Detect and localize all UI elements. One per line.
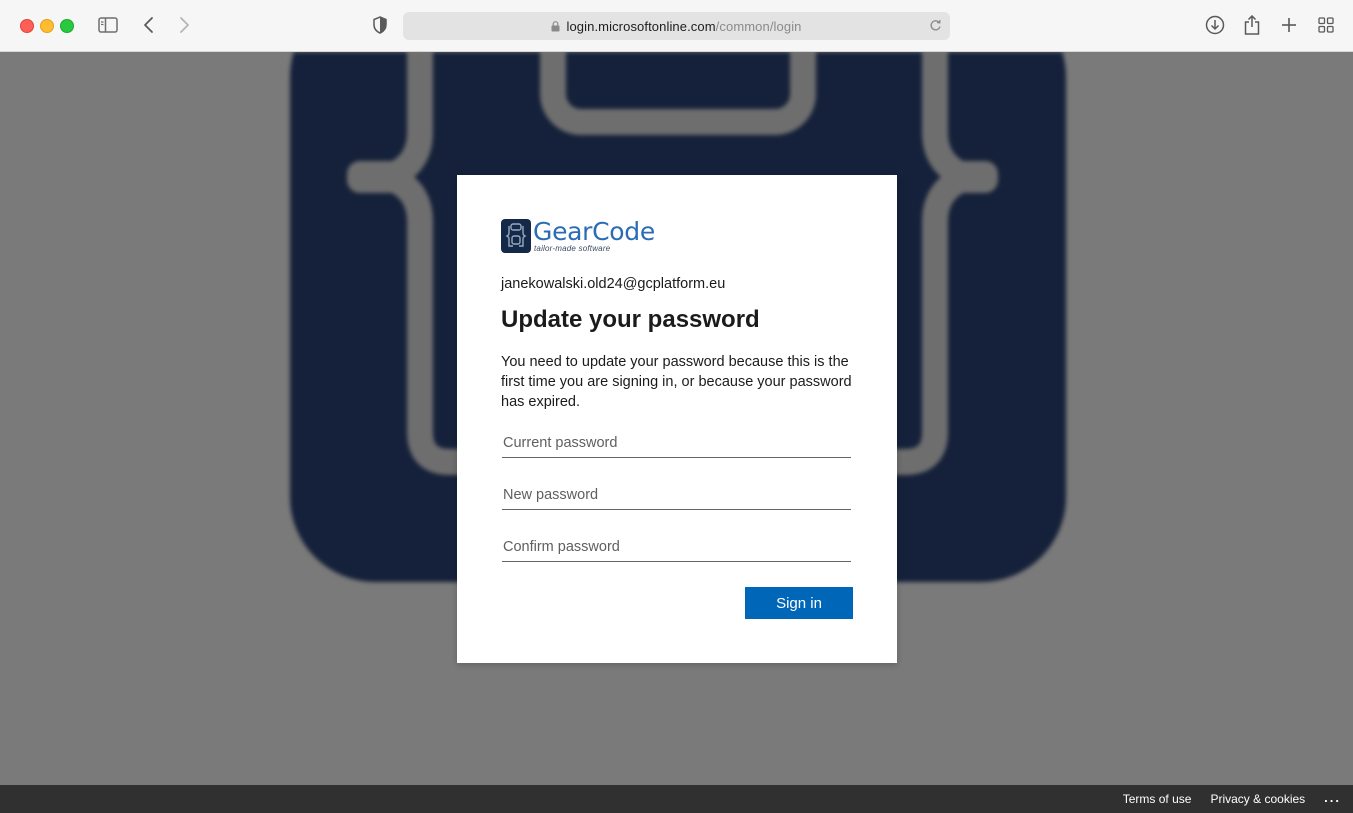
new-password-field[interactable] bbox=[502, 480, 851, 510]
tab-overview-icon[interactable] bbox=[1314, 13, 1338, 37]
brand-name: GearCode bbox=[533, 217, 655, 246]
brand-logo: GearCode tailor-made software bbox=[501, 219, 655, 253]
privacy-cookies-link[interactable]: Privacy & cookies bbox=[1210, 792, 1305, 806]
terms-of-use-link[interactable]: Terms of use bbox=[1123, 792, 1192, 806]
url-path: /common/login bbox=[715, 18, 802, 34]
login-card: GearCode tailor-made software janekowals… bbox=[457, 175, 897, 663]
url-host: login.microsoftonline.com bbox=[566, 18, 716, 34]
page-footer: Terms of use Privacy & cookies ... bbox=[0, 785, 1353, 813]
confirm-password-field[interactable] bbox=[502, 532, 851, 562]
window-minimize-button[interactable] bbox=[40, 19, 54, 33]
back-arrow-icon[interactable] bbox=[137, 13, 161, 37]
privacy-shield-icon[interactable] bbox=[368, 13, 392, 37]
sidebar-toggle-icon[interactable] bbox=[96, 13, 120, 37]
instruction-text: You need to update your password because… bbox=[501, 354, 852, 410]
sign-in-button[interactable]: Sign in bbox=[745, 587, 853, 619]
address-bar[interactable]: login.microsoftonline.com/common/login bbox=[403, 12, 950, 40]
reload-icon[interactable] bbox=[929, 19, 942, 37]
brand-tagline: tailor-made software bbox=[534, 244, 611, 253]
new-tab-icon[interactable] bbox=[1277, 13, 1301, 37]
forward-arrow-icon[interactable] bbox=[172, 13, 196, 37]
gearcode-logo-icon bbox=[501, 219, 531, 253]
window-close-button[interactable] bbox=[20, 19, 34, 33]
download-icon[interactable] bbox=[1203, 13, 1227, 37]
share-icon[interactable] bbox=[1240, 13, 1264, 37]
more-options-button[interactable]: ... bbox=[1324, 790, 1341, 805]
user-email: janekowalski.old24@gcplatform.eu bbox=[501, 276, 726, 292]
browser-toolbar: login.microsoftonline.com/common/login bbox=[0, 0, 1353, 52]
current-password-field[interactable] bbox=[502, 428, 851, 458]
page-title: Update your password bbox=[501, 306, 760, 333]
lock-icon bbox=[551, 20, 560, 32]
window-maximize-button[interactable] bbox=[60, 19, 74, 33]
